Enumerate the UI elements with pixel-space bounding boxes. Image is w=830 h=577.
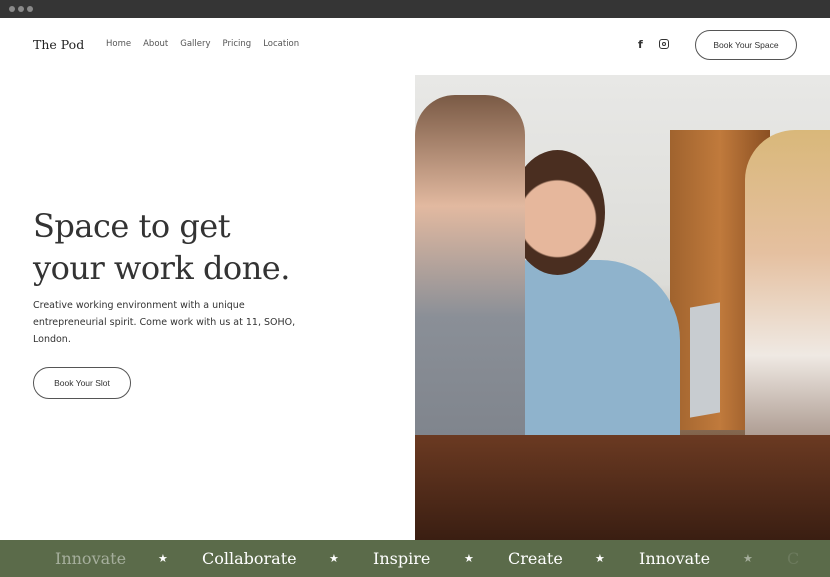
image-detail	[415, 435, 830, 540]
marquee-banner: Innovate ★ Collaborate ★ Inspire ★ Creat…	[0, 540, 830, 577]
browser-bar	[0, 0, 830, 18]
window-dot	[18, 6, 24, 12]
star-icon: ★	[158, 552, 168, 565]
book-your-slot-button[interactable]: Book Your Slot	[33, 367, 131, 399]
star-icon: ★	[464, 552, 474, 565]
banner-item: Innovate	[55, 549, 127, 568]
nav-pricing[interactable]: Pricing	[223, 39, 252, 49]
star-icon: ★	[329, 552, 339, 565]
banner-item: Create	[508, 549, 563, 568]
hero-image	[415, 75, 830, 540]
nav-gallery[interactable]: Gallery	[180, 39, 210, 49]
star-icon: ★	[743, 552, 753, 565]
main-nav: Home About Gallery Pricing Location	[106, 39, 299, 49]
logo[interactable]: The Pod	[33, 37, 84, 52]
nav-home[interactable]: Home	[106, 39, 131, 49]
hero-title-line: Space to get	[33, 207, 231, 245]
facebook-icon[interactable]: f	[638, 38, 643, 51]
star-icon: ★	[595, 552, 605, 565]
banner-item: Innovate	[639, 549, 711, 568]
banner-item: Collaborate	[202, 549, 297, 568]
nav-about[interactable]: About	[143, 39, 168, 49]
image-detail	[690, 302, 720, 418]
banner-item: C	[787, 549, 800, 568]
hero-title-line: your work done.	[33, 249, 290, 287]
nav-location[interactable]: Location	[263, 39, 299, 49]
instagram-icon[interactable]	[659, 39, 669, 49]
hero-description: Creative working environment with a uniq…	[33, 300, 296, 345]
hero-title: Space to get your work done.	[33, 205, 393, 289]
window-dot	[27, 6, 33, 12]
book-your-space-button[interactable]: Book Your Space	[695, 30, 797, 60]
window-dot	[9, 6, 15, 12]
banner-item: Inspire	[373, 549, 431, 568]
